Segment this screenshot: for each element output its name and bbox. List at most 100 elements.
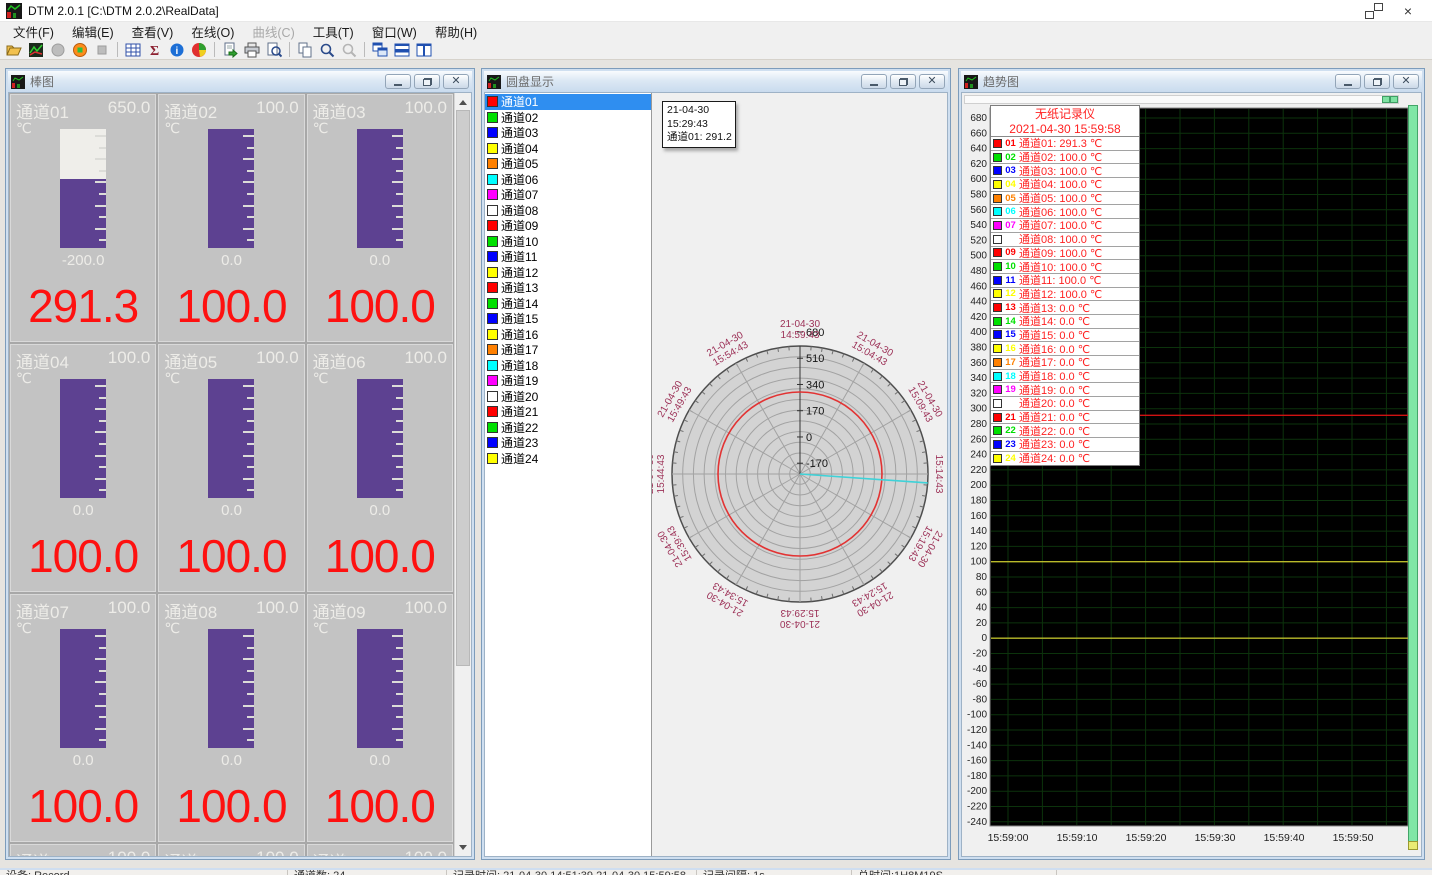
channel-color-chip [993, 454, 1002, 463]
svg-text:Σ: Σ [150, 44, 159, 58]
channel-list-item[interactable]: 通道19 [485, 373, 651, 389]
data-table-icon[interactable] [123, 41, 143, 59]
channel-list-item[interactable]: 通道12 [485, 265, 651, 281]
minimize-button[interactable] [861, 74, 887, 89]
channel-label: 通道03 [501, 124, 538, 141]
restore-button[interactable] [890, 74, 916, 89]
hscroll-button[interactable] [1390, 96, 1398, 103]
vertical-scrollbar[interactable] [1408, 105, 1418, 850]
channel-list-item[interactable]: 通道20 [485, 389, 651, 405]
restore-button[interactable] [414, 74, 440, 89]
close-button[interactable]: ✕ [919, 74, 945, 89]
copy-icon[interactable] [295, 41, 315, 59]
svg-text:220: 220 [970, 465, 987, 476]
realtime-curve-icon[interactable] [26, 41, 46, 59]
channel-list-item[interactable]: 通道04 [485, 141, 651, 157]
svg-text:15:44:43: 15:44:43 [656, 454, 667, 493]
channel-list-item[interactable]: 通道24 [485, 451, 651, 467]
status-field [1057, 870, 1432, 875]
channel-color-chip [487, 127, 498, 138]
svg-text:15:14:43: 15:14:43 [933, 455, 944, 494]
tile-horizontal-icon[interactable] [392, 41, 412, 59]
hscroll-button[interactable] [1382, 96, 1390, 103]
channel-color-chip [487, 220, 498, 231]
bar-window-body: 通道01650.0℃-200.0291.3通道02100.0℃0.0100.0通… [8, 92, 472, 857]
channel-list-item[interactable]: 通道06 [485, 172, 651, 188]
close-button[interactable]: ✕ [443, 74, 469, 89]
menu-item-1[interactable]: 文件(F) [4, 22, 63, 41]
channel-list-item[interactable]: 通道21 [485, 404, 651, 420]
channel-name: 通道11 [164, 848, 216, 857]
channel-label: 通道23 [501, 434, 538, 451]
channel-color-chip [487, 267, 498, 278]
channel-list-item[interactable]: 通道09 [485, 218, 651, 234]
channel-list-item[interactable]: 通道02 [485, 110, 651, 126]
zoom-out-disabled-icon[interactable] [339, 41, 359, 59]
channel-color-chip [487, 205, 498, 216]
bar-window-titlebar[interactable]: 棒图 ✕ [8, 71, 472, 92]
cascade-windows-icon[interactable] [370, 41, 390, 59]
close-button[interactable]: ✕ [1393, 74, 1419, 89]
channel-color-chip [487, 158, 498, 169]
channel-list-item[interactable]: 通道16 [485, 327, 651, 343]
trend-window-titlebar[interactable]: 趋势图 ✕ [961, 71, 1422, 92]
export-data-icon[interactable] [220, 41, 240, 59]
channel-list-item[interactable]: 通道18 [485, 358, 651, 374]
svg-text:-180: -180 [967, 771, 987, 782]
svg-text:170: 170 [806, 406, 824, 418]
channel-list-item[interactable]: 通道03 [485, 125, 651, 141]
menu-item-2[interactable]: 编辑(E) [63, 22, 123, 41]
channel-list-item[interactable]: 通道05 [485, 156, 651, 172]
record-icon[interactable] [70, 41, 90, 59]
channel-list-item[interactable]: 通道08 [485, 203, 651, 219]
unit-label: ℃ [164, 120, 180, 137]
channel-list-item[interactable]: 通道01 [485, 94, 651, 110]
minimize-button[interactable] [385, 74, 411, 89]
open-file-icon[interactable] [4, 41, 24, 59]
scroll-down-icon[interactable] [455, 839, 471, 855]
channel-list-item[interactable]: 通道22 [485, 420, 651, 436]
menu-item-8[interactable]: 帮助(H) [426, 22, 486, 41]
channel-value: 100.0 [308, 279, 452, 333]
channel-list-item[interactable]: 通道07 [485, 187, 651, 203]
channel-list-item[interactable]: 通道15 [485, 311, 651, 327]
sigma-statistics-icon[interactable]: Σ [145, 41, 165, 59]
svg-text:680: 680 [970, 113, 987, 124]
channel-list-item[interactable]: 通道13 [485, 280, 651, 296]
svg-text:15:59:40: 15:59:40 [1264, 832, 1305, 844]
menu-item-4[interactable]: 在线(O) [182, 22, 243, 41]
menu-item-6[interactable]: 工具(T) [304, 22, 363, 41]
channel-list-item[interactable]: 通道11 [485, 249, 651, 265]
scroll-up-icon[interactable] [455, 94, 471, 110]
restore-button[interactable] [1364, 74, 1390, 89]
channel-list-item[interactable]: 通道17 [485, 342, 651, 358]
channel-list-item[interactable]: 通道23 [485, 435, 651, 451]
pause-disabled-icon[interactable] [48, 41, 68, 59]
channel-number: 05 [1002, 193, 1019, 204]
channel-label: 通道12 [501, 264, 538, 281]
channel-number: 08 [1002, 234, 1019, 245]
stop-disabled-icon[interactable] [92, 41, 112, 59]
print-preview-icon[interactable] [264, 41, 284, 59]
close-button[interactable]: × [1404, 6, 1412, 16]
menu-item-3[interactable]: 查看(V) [123, 22, 183, 41]
channel-value: 100.0 [159, 529, 303, 583]
menu-item-7[interactable]: 窗口(W) [363, 22, 426, 41]
horizontal-scrollbar[interactable] [964, 95, 1399, 104]
channel-color-chip [487, 189, 498, 200]
scrollbar-thumb[interactable] [456, 110, 470, 666]
zoom-in-icon[interactable] [317, 41, 337, 59]
minimize-button[interactable] [1335, 74, 1361, 89]
app-icon [6, 3, 22, 19]
print-icon[interactable] [242, 41, 262, 59]
channel-list-item[interactable]: 通道10 [485, 234, 651, 250]
tile-vertical-icon[interactable] [414, 41, 434, 59]
trend-window-body: 6806606406206005805605405205004804604404… [961, 92, 1422, 857]
channel-list-item[interactable]: 通道14 [485, 296, 651, 312]
unit-label: ℃ [16, 370, 32, 387]
pie-chart-icon[interactable] [189, 41, 209, 59]
disk-window-titlebar[interactable]: 圆盘显示 ✕ [484, 71, 948, 92]
channel-color-chip [993, 207, 1002, 216]
info-icon[interactable]: i [167, 41, 187, 59]
vertical-scrollbar[interactable] [454, 93, 471, 856]
